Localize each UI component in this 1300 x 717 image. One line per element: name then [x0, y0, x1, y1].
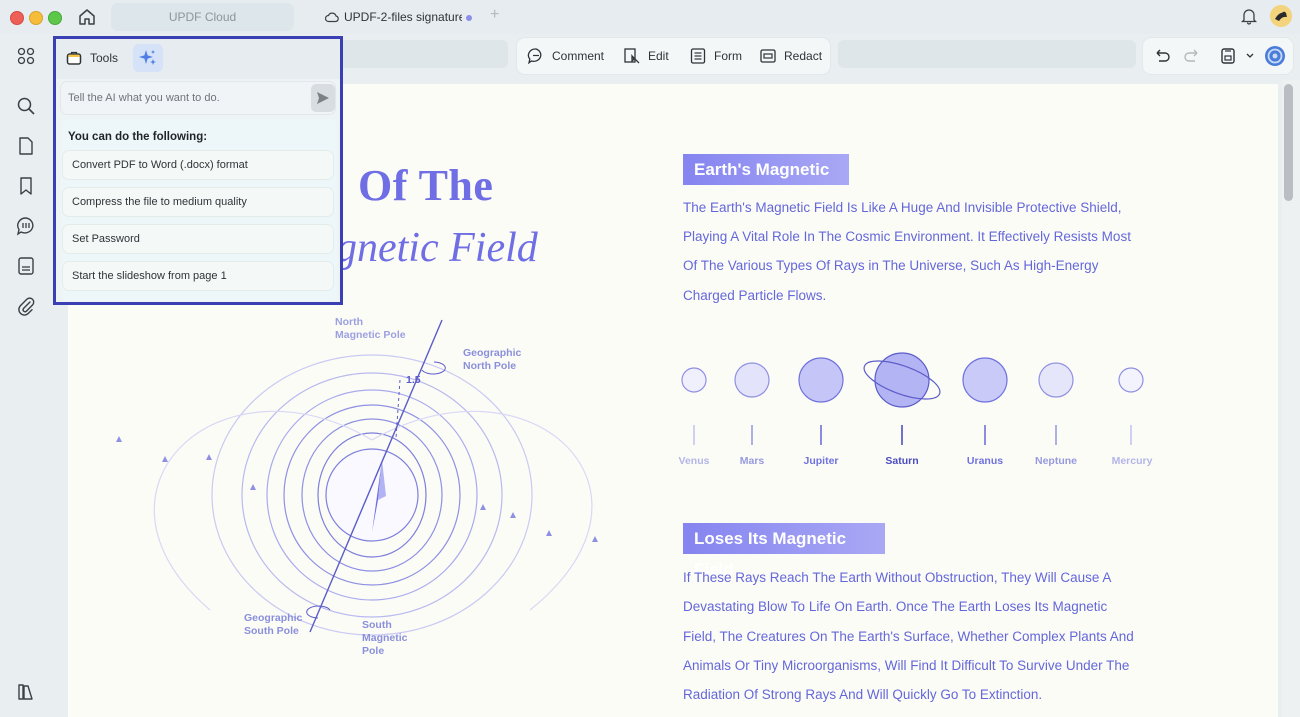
- history-toolbar: [1143, 38, 1293, 74]
- geographic-south-pole-label: Geographic South Pole: [244, 612, 303, 637]
- comment-list-icon[interactable]: [16, 216, 36, 236]
- cloud-icon: [325, 12, 339, 23]
- neptune-planet: [1038, 362, 1074, 398]
- left-sidebar: [0, 34, 52, 717]
- tab-label: UPDF Cloud: [168, 10, 237, 24]
- bookmark-icon[interactable]: [16, 176, 36, 196]
- bell-icon[interactable]: [1240, 7, 1258, 25]
- edit-toolbar: Comment Edit Form Redact: [517, 38, 830, 74]
- tools-label: Tools: [90, 51, 119, 65]
- planet-label-mars: Mars: [739, 455, 765, 467]
- scrollbar-thumb[interactable]: [1284, 84, 1293, 201]
- search-icon[interactable]: [16, 96, 36, 116]
- ai-assistant-button[interactable]: [133, 44, 163, 72]
- form-label: Form: [714, 49, 742, 63]
- paragraph-line: Charged Particle Flows.: [683, 288, 827, 303]
- layers-icon[interactable]: [16, 682, 36, 702]
- tab-label: UPDF-2-files signature: [344, 10, 462, 24]
- edit-label: Edit: [648, 49, 669, 63]
- planet-label-jupiter: Jupiter: [803, 455, 839, 467]
- mercury-planet: [1118, 367, 1144, 393]
- grid-icon[interactable]: [16, 46, 36, 66]
- redo-icon[interactable]: [1184, 47, 1202, 65]
- panel-header: Tools: [56, 39, 340, 79]
- suggestion-compress-file[interactable]: Compress the file to medium quality: [63, 188, 333, 216]
- edit-icon: [624, 48, 640, 64]
- suggestions-title: You can do the following:: [68, 131, 208, 143]
- form-fields-icon[interactable]: [16, 256, 36, 276]
- send-icon: [317, 92, 329, 104]
- suggestion-set-password[interactable]: Set Password: [63, 225, 333, 253]
- edit-button[interactable]: Edit: [623, 38, 669, 74]
- new-tab-icon[interactable]: +: [490, 6, 499, 24]
- ai-tools-panel: Tools You can do the following: Convert …: [53, 36, 343, 305]
- paragraph-line: The Earth's Magnetic Field Is Like A Hug…: [683, 200, 1122, 215]
- form-button[interactable]: Form: [689, 38, 742, 74]
- paragraph-line: Field, The Creatures On The Earth's Surf…: [683, 629, 1134, 644]
- paragraph-line: Devastating Blow To Life On Earth. Once …: [683, 599, 1108, 614]
- attachment-icon[interactable]: [16, 296, 36, 316]
- uranus-planet: [962, 357, 1008, 403]
- sparkle-icon: [139, 50, 156, 65]
- form-icon: [690, 48, 706, 64]
- planet-label-mercury: Mercury: [1111, 455, 1153, 467]
- planet-label-neptune: Neptune: [1035, 455, 1077, 467]
- page-icon[interactable]: [16, 136, 36, 156]
- angle-label: 1.5: [406, 374, 421, 386]
- redact-button[interactable]: Redact: [759, 38, 822, 74]
- paragraph-line: Playing A Vital Role In The Cosmic Envir…: [683, 229, 1131, 244]
- updf-ai-icon[interactable]: [1264, 45, 1286, 67]
- maximize-window-button[interactable]: [48, 11, 62, 25]
- planet-label-venus: Venus: [678, 455, 710, 467]
- chevron-down-icon[interactable]: [1245, 52, 1255, 60]
- paragraph-line: Animals Or Tiny Microorganisms, Will Fin…: [683, 658, 1130, 673]
- planet-label-uranus: Uranus: [966, 455, 1004, 467]
- north-magnetic-pole-label: North Magnetic Pole: [335, 316, 406, 341]
- tools-button[interactable]: Tools: [66, 47, 118, 69]
- toolbar-spacer: [838, 40, 1136, 68]
- page-heading-line1: Of The: [358, 161, 494, 210]
- jupiter-planet: [798, 357, 844, 403]
- paragraph-line: Radiation Of Strong Rays And Will Quickl…: [683, 687, 1043, 702]
- ai-prompt-input[interactable]: [61, 82, 335, 114]
- tab-document[interactable]: UPDF-2-files signature: [304, 3, 480, 31]
- suggestion-start-slideshow[interactable]: Start the slideshow from page 1: [63, 262, 333, 290]
- paragraph-line: If These Rays Reach The Earth Without Ob…: [683, 570, 1112, 585]
- redact-label: Redact: [784, 49, 823, 63]
- section-title-earths-magnetic: Earth's Magnetic: [683, 154, 849, 185]
- planets-illustration: [681, 352, 1144, 445]
- toolbox-icon: [66, 51, 82, 65]
- save-icon[interactable]: [1219, 47, 1237, 65]
- unsaved-dot-icon: [466, 15, 472, 21]
- magnetic-field-diagram: [116, 319, 598, 636]
- comment-icon: [527, 48, 542, 65]
- minimize-window-button[interactable]: [29, 11, 43, 25]
- geographic-north-pole-label: Geographic North Pole: [463, 347, 522, 372]
- close-window-button[interactable]: [10, 11, 24, 25]
- comment-label: Comment: [552, 49, 605, 63]
- avatar[interactable]: [1270, 5, 1292, 27]
- venus-planet: [681, 367, 707, 393]
- south-magnetic-pole-label: South Magnetic Pole: [362, 619, 408, 657]
- earth-circle: [325, 448, 419, 542]
- planet-label-saturn: Saturn: [885, 455, 919, 467]
- send-button[interactable]: [311, 84, 335, 112]
- suggestion-convert-to-word[interactable]: Convert PDF to Word (.docx) format: [63, 151, 333, 179]
- page-heading-line2: gnetic Field: [336, 225, 538, 271]
- comment-button[interactable]: Comment: [527, 38, 604, 74]
- paragraph-line: Of The Various Types Of Rays in The Univ…: [683, 258, 1099, 273]
- title-bar: UPDF Cloud UPDF-2-files signature +: [0, 0, 1300, 34]
- redact-icon: [760, 49, 776, 63]
- home-icon[interactable]: [77, 7, 97, 27]
- tab-updf-cloud[interactable]: UPDF Cloud: [111, 3, 294, 31]
- section-title-loses-magnetic-field: Loses Its Magnetic Field: [683, 523, 885, 579]
- undo-icon[interactable]: [1152, 47, 1170, 65]
- mars-planet: [734, 362, 770, 398]
